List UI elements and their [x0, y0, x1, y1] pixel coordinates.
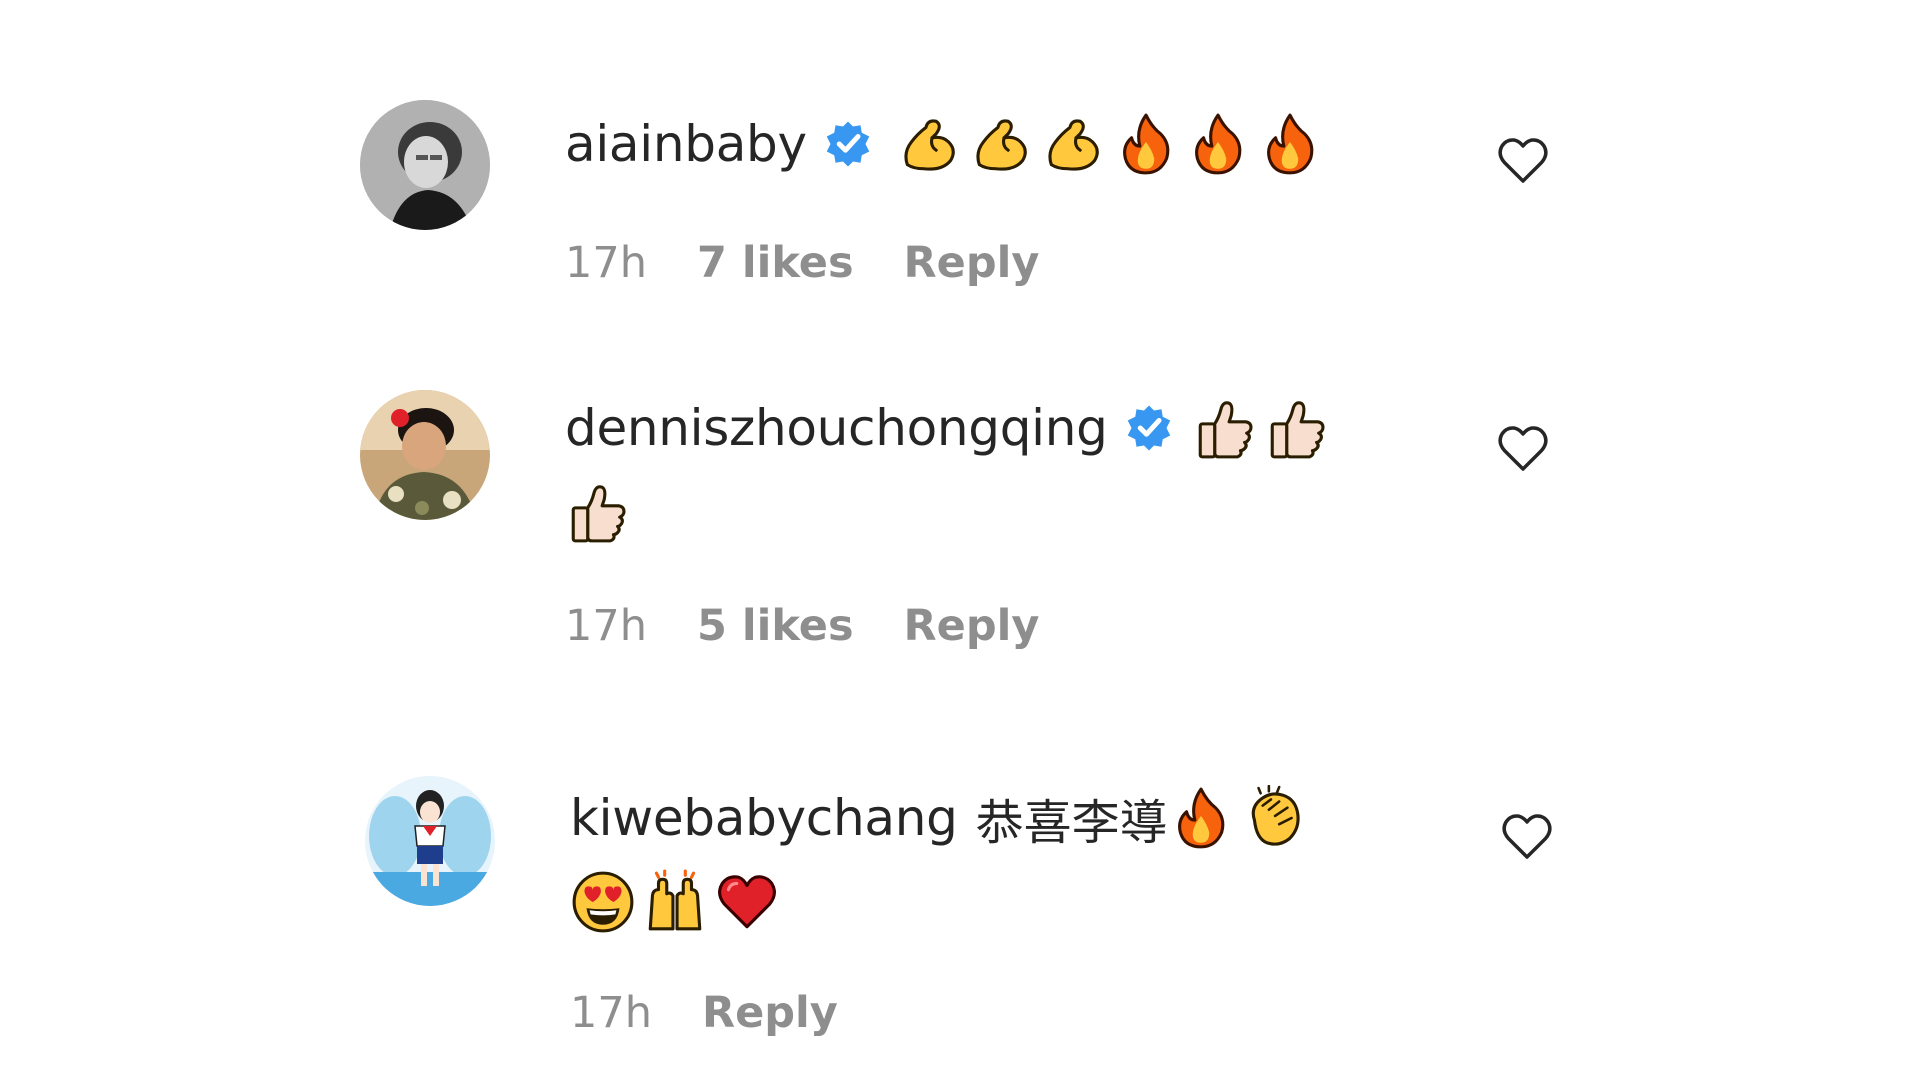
avatar[interactable] [360, 390, 490, 520]
like-button[interactable] [1495, 420, 1551, 476]
timestamp[interactable]: 17h [565, 238, 647, 288]
timestamp[interactable]: 17h [570, 988, 652, 1038]
verified-badge-icon [826, 121, 870, 167]
comments-list: aiainbaby [0, 0, 1920, 1080]
username[interactable]: aiainbaby [565, 115, 807, 173]
like-button[interactable] [1495, 132, 1551, 188]
comment-line: kiwebabychang 恭喜李導 [570, 776, 1470, 860]
thumbs-up-emoji [571, 485, 626, 543]
thumbs-up-emoji [1270, 401, 1325, 459]
comment-meta: 17h 7 likes Reply [565, 238, 1039, 288]
muscle-emoji [1048, 119, 1099, 171]
red-heart-emoji [718, 875, 776, 929]
heart-outline-icon [1502, 814, 1552, 859]
comment-text: 恭喜李導 [975, 795, 1168, 851]
comment-meta: 17h 5 likes Reply [565, 601, 1039, 651]
comment-line [570, 860, 1470, 944]
fire-emoji [1122, 113, 1170, 175]
fire-emoji [1194, 113, 1242, 175]
reply-button[interactable]: Reply [904, 601, 1040, 651]
like-button[interactable] [1499, 808, 1555, 864]
verified-badge-icon [1127, 405, 1170, 451]
likes-count[interactable]: 5 likes [697, 601, 854, 651]
thumbs-up-emoji [1198, 401, 1253, 459]
comment-line: aiainbaby [565, 102, 1465, 186]
heart-outline-icon [1498, 138, 1548, 183]
likes-count[interactable]: 7 likes [697, 238, 854, 288]
clapping-hands-emoji [1251, 785, 1300, 846]
comment-line [565, 470, 1465, 554]
username[interactable]: kiwebabychang [570, 789, 958, 847]
fire-emoji [1266, 113, 1314, 175]
heart-outline-icon [1498, 426, 1548, 471]
muscle-emoji [904, 119, 955, 171]
muscle-emoji [976, 119, 1027, 171]
comment-meta: 17h Reply [570, 988, 838, 1038]
reply-button[interactable]: Reply [904, 238, 1040, 288]
raising-hands-emoji [648, 869, 702, 931]
comment-line: dennisz​houchongqing [565, 386, 1465, 470]
heart-eyes-emoji [572, 871, 634, 933]
avatar[interactable] [365, 776, 495, 906]
reply-button[interactable]: Reply [702, 988, 838, 1038]
timestamp[interactable]: 17h [565, 601, 647, 651]
username[interactable]: dennisz​houchongqing [565, 399, 1108, 457]
avatar[interactable] [360, 100, 490, 230]
fire-emoji [1177, 787, 1224, 849]
